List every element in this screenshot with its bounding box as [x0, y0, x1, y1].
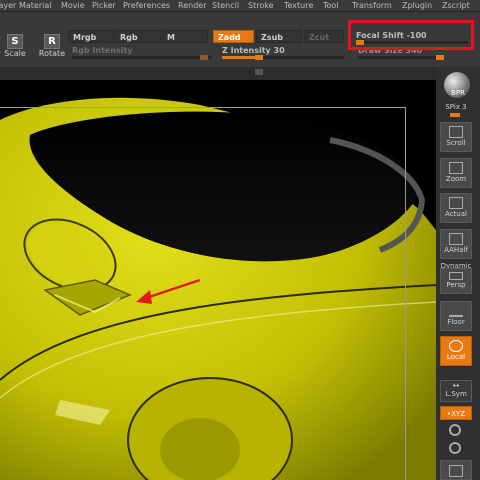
aahalf-icon — [449, 233, 463, 245]
floor-icon — [449, 305, 463, 317]
rotate-button[interactable]: R Rotate — [38, 34, 66, 64]
shelf-grip-handle[interactable] — [255, 69, 263, 75]
aahalf-label: AAHalf — [444, 246, 468, 254]
sculpt-mesh — [0, 97, 436, 480]
actual-button[interactable]: Actual — [440, 193, 472, 223]
rotate-z-icon[interactable] — [449, 442, 461, 454]
canvas-viewport[interactable] — [0, 80, 436, 480]
menu-layer[interactable]: Layer — [0, 0, 16, 11]
local-icon — [449, 340, 463, 352]
lsym-label: L.Sym — [445, 390, 467, 398]
frame-icon — [449, 465, 463, 477]
lsym-button[interactable]: ↔ L.Sym — [440, 380, 472, 402]
canvas-frame-right — [405, 107, 406, 480]
zadd-button[interactable]: Zadd — [213, 30, 254, 43]
lsym-arrows-icon: ↔ — [452, 381, 460, 390]
persp-button[interactable]: Persp — [440, 268, 472, 294]
menu-zscript[interactable]: Zscript — [442, 0, 470, 11]
rotate-label: Rotate — [38, 49, 66, 58]
xyz-button[interactable]: •XYZ — [440, 406, 472, 420]
persp-label: Persp — [446, 281, 466, 289]
menu-stencil[interactable]: Stencil — [212, 0, 239, 11]
zoom-label: Zoom — [445, 175, 467, 183]
menu-material[interactable]: Material — [19, 0, 52, 11]
rgb-intensity-label: Rgb Intensity — [72, 46, 133, 55]
local-label: Local — [446, 353, 466, 361]
bpr-label: BPR — [451, 89, 465, 97]
rgb-button[interactable]: Rgb — [115, 30, 161, 43]
focal-shift-highlight — [348, 20, 474, 50]
frame-button[interactable] — [440, 460, 472, 480]
magnifier-icon — [449, 162, 463, 174]
menu-zplugin[interactable]: Zplugin — [402, 0, 432, 11]
rotate-y-icon[interactable] — [449, 424, 461, 436]
menu-stroke[interactable]: Stroke — [248, 0, 274, 11]
m-button[interactable]: M — [162, 30, 208, 43]
persp-icon — [449, 272, 463, 280]
scale-label: Scale — [4, 49, 26, 58]
aahalf-button[interactable]: AAHalf — [440, 229, 472, 259]
local-button[interactable]: Local — [440, 336, 472, 366]
menu-preferences[interactable]: Preferences — [123, 0, 170, 11]
menu-movie[interactable]: Movie — [61, 0, 85, 11]
menu-render[interactable]: Render — [178, 0, 206, 11]
hand-icon — [449, 126, 463, 138]
zcut-button[interactable]: Zcut — [304, 30, 344, 43]
spix-slider[interactable] — [450, 113, 460, 117]
menu-tool[interactable]: Tool — [323, 0, 339, 11]
floor-button[interactable]: Floor — [440, 301, 472, 331]
scale-icon: S — [7, 34, 23, 49]
menu-texture[interactable]: Texture — [284, 0, 313, 11]
floor-label: Floor — [447, 318, 465, 326]
menu-transform[interactable]: Transform — [352, 0, 392, 11]
rotate-icon: R — [44, 34, 60, 49]
z-intensity-slider[interactable]: Z Intensity 30 — [222, 45, 344, 60]
scale-button[interactable]: S Scale — [4, 34, 26, 64]
scroll-label: Scroll — [446, 139, 466, 147]
canvas-frame-top — [0, 107, 405, 108]
zoom-button[interactable]: Zoom — [440, 158, 472, 188]
actual-icon — [449, 197, 463, 209]
scroll-button[interactable]: Scroll — [440, 122, 472, 152]
shelf-separator — [0, 67, 480, 79]
mrgb-button[interactable]: Mrgb — [68, 30, 114, 43]
actual-label: Actual — [445, 210, 467, 218]
spix-label: SPix 3 — [445, 103, 467, 111]
menu-picker[interactable]: Picker — [92, 0, 116, 11]
menu-bar: Layer Material Movie Picker Preferences … — [0, 0, 480, 12]
rgb-intensity-slider[interactable]: Rgb Intensity — [72, 45, 212, 60]
z-intensity-label: Z Intensity 30 — [222, 46, 285, 55]
zsub-button[interactable]: Zsub — [256, 30, 302, 43]
